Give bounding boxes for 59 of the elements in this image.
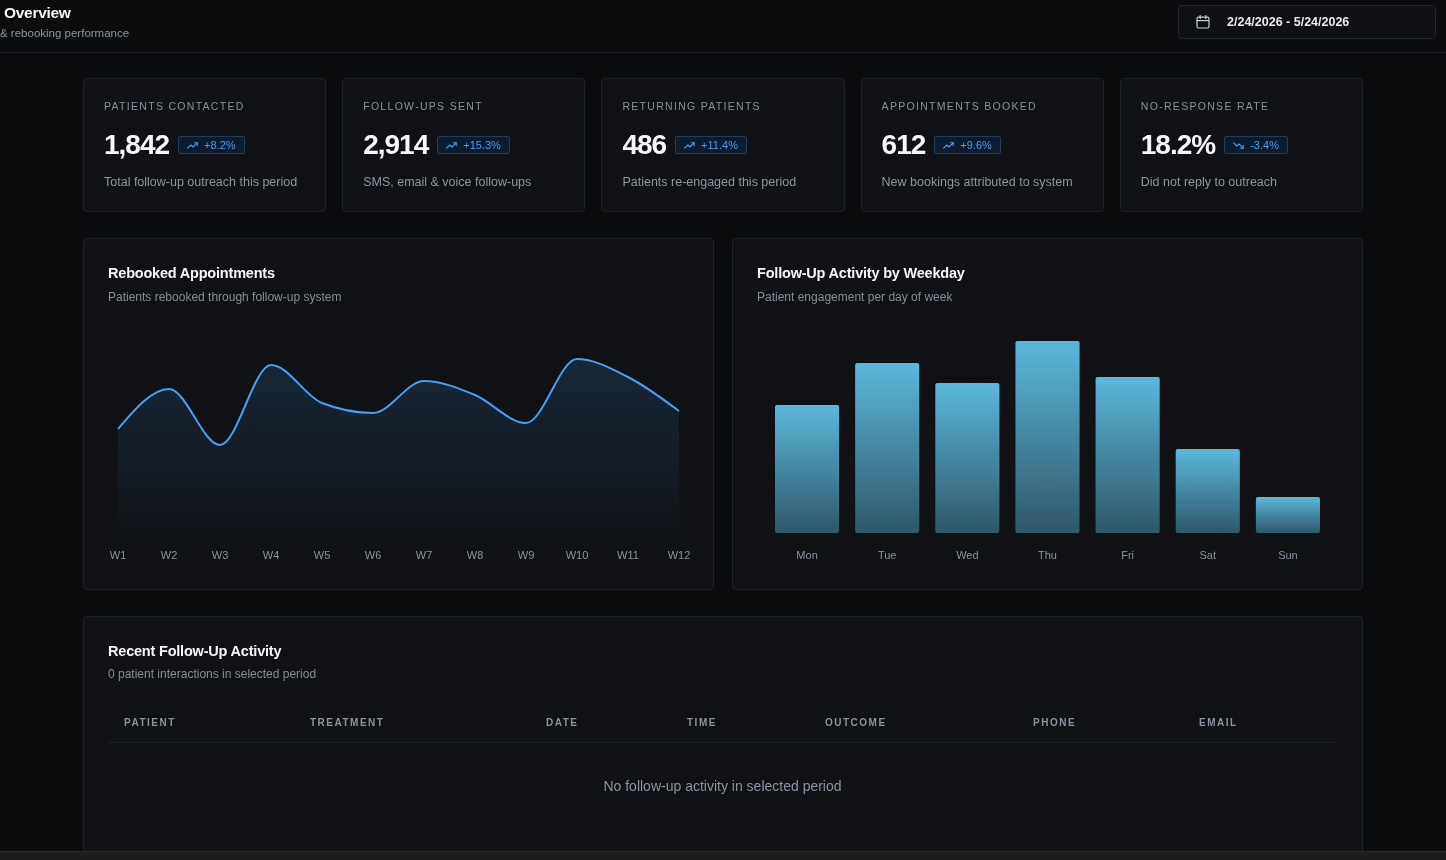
change-value: -3.4% <box>1250 138 1279 152</box>
page-subtitle: & rebooking performance <box>0 26 130 41</box>
axis-label: W6 <box>364 549 382 561</box>
kpi-description: Patients re-engaged this period <box>622 174 797 190</box>
axis-label: W1 <box>109 549 127 561</box>
axis-label: Mon <box>796 549 818 561</box>
column-header: DATE <box>545 716 580 730</box>
axis-label: W7 <box>415 549 433 561</box>
empty-state-message: No follow-up activity in selected period <box>603 777 842 795</box>
table-title: Recent Follow-Up Activity <box>108 642 282 661</box>
column-header: PHONE <box>1032 716 1078 730</box>
kpi-value: 18.2% <box>1140 128 1216 162</box>
kpi-description: SMS, email & voice follow-ups <box>363 174 532 190</box>
axis-label: W10 <box>565 549 589 561</box>
axis-label: Thu <box>1038 549 1057 561</box>
axis-label: W8 <box>466 549 484 561</box>
change-value: +8.2% <box>204 138 236 152</box>
axis-label: W12 <box>667 549 691 561</box>
chart-subtitle: Patients rebooked through follow-up system <box>108 289 342 305</box>
chart-title: Rebooked Appointments <box>108 264 275 283</box>
axis-label: Sat <box>1199 549 1217 561</box>
axis-label: Wed <box>956 549 979 561</box>
scrollbar-track[interactable] <box>0 851 1446 860</box>
axis-label: Fri <box>1121 549 1135 561</box>
column-header: TREATMENT <box>309 716 386 730</box>
column-header: OUTCOME <box>824 716 888 730</box>
axis-label: W2 <box>160 549 178 561</box>
axis-label: W4 <box>262 549 280 561</box>
date-range-button[interactable]: 2/24/2026 - 5/24/2026 <box>1178 5 1436 39</box>
page-title: Overview <box>4 3 71 23</box>
change-value: +11.4% <box>701 138 738 152</box>
calendar-icon <box>1196 15 1210 29</box>
kpi-value: 2,914 <box>363 128 429 162</box>
chart-subtitle: Patient engagement per day of week <box>757 289 953 305</box>
kpi-value: 612 <box>881 128 926 162</box>
kpi-label: FOLLOW-UPS SENT <box>363 99 483 113</box>
change-value: +15.3% <box>463 138 501 152</box>
kpi-label: RETURNING PATIENTS <box>622 99 761 113</box>
axis-label: Tue <box>877 549 897 561</box>
axis-label: Sun <box>1278 549 1298 561</box>
kpi-description: New bookings attributed to system <box>881 174 1073 190</box>
kpi-label: APPOINTMENTS BOOKED <box>881 99 1037 113</box>
kpi-label: NO-RESPONSE RATE <box>1140 99 1270 113</box>
kpi-label: PATIENTS CONTACTED <box>104 99 245 113</box>
axis-label: W5 <box>313 549 331 561</box>
kpi-value: 1,842 <box>104 128 170 162</box>
column-header: PATIENT <box>123 716 177 730</box>
column-header: EMAIL <box>1198 716 1239 730</box>
kpi-description: Did not reply to outreach <box>1140 174 1277 190</box>
axis-label: W3 <box>211 549 229 561</box>
change-value: +9.6% <box>960 138 992 152</box>
axis-label: W9 <box>517 549 535 561</box>
chart-bar <box>1255 497 1320 533</box>
chart-title: Follow-Up Activity by Weekday <box>757 264 965 283</box>
kpi-description: Total follow-up outreach this period <box>104 174 298 190</box>
column-header: TIME <box>686 716 718 730</box>
axis-label: W11 <box>617 549 639 561</box>
kpi-value: 486 <box>622 128 667 162</box>
table-subtitle: 0 patient interactions in selected period <box>108 666 317 682</box>
